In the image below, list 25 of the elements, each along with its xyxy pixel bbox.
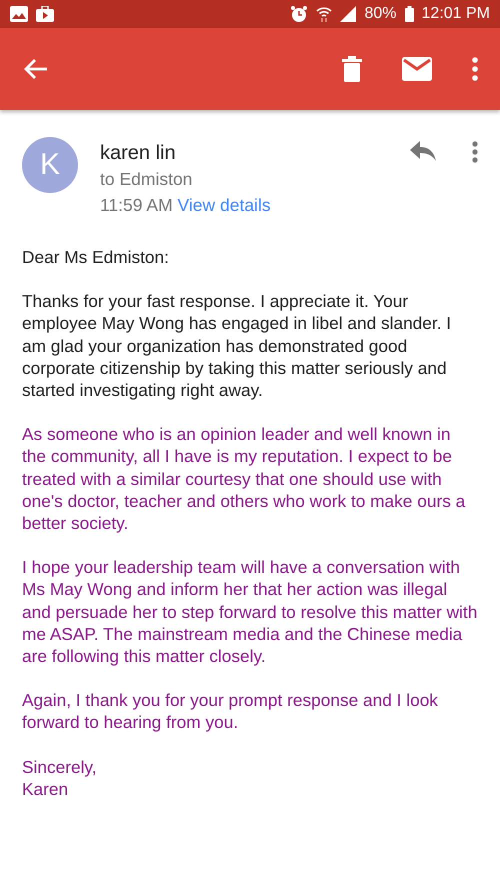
message-paragraph: I hope your leadership team will have a conversation with Ms May Wong and inform her that her action was illegal and persuade her to step forward to resolve this matter with me ASAP. The mainstream media and the Chinese media are following this matter closely.	[22, 556, 478, 668]
message-time: 11:59 AM	[100, 195, 173, 215]
gallery-icon	[10, 6, 28, 22]
message-paragraph: Dear Ms Edmiston:	[22, 246, 170, 268]
battery-percent: 80%	[364, 5, 397, 23]
briefcase-play-icon	[36, 6, 54, 22]
reply-icon[interactable]	[410, 141, 436, 161]
view-details-link[interactable]: View details	[178, 195, 271, 215]
signal-icon	[340, 6, 356, 22]
wifi-icon	[316, 5, 332, 23]
message-paragraph: Again, I thank you for your prompt response and I look forward to hearing from you.	[22, 689, 439, 734]
trash-icon[interactable]	[342, 56, 362, 82]
message-paragraph: As someone who is an opinion leader and well known in the community, all I have is my reputation. I expect to be treated with a similar courtesy that one should use with one's doctor, teacher and others who work to make ours a better society.	[22, 423, 466, 534]
back-arrow-icon[interactable]	[24, 58, 48, 80]
more-options-icon[interactable]	[472, 141, 478, 163]
envelope-icon[interactable]	[402, 57, 432, 81]
more-options-icon[interactable]	[472, 57, 478, 81]
clock-time: 12:01 PM	[422, 5, 490, 23]
sender-name: karen lin	[100, 141, 177, 166]
message-paragraph: Thanks for your fast response. I appreciate it. Your employee May Wong has engaged in libel and slander. I am glad your organization has demonstrated good corporate citizenship by taking this matter seriously and started investigating right away.	[22, 290, 452, 402]
recipient-line: to Edmiston	[100, 168, 194, 191]
battery-icon	[404, 6, 414, 22]
sender-avatar: K	[22, 137, 78, 193]
message-paragraph: Sincerely, Karen	[22, 756, 98, 800]
alarm-icon	[290, 5, 308, 23]
